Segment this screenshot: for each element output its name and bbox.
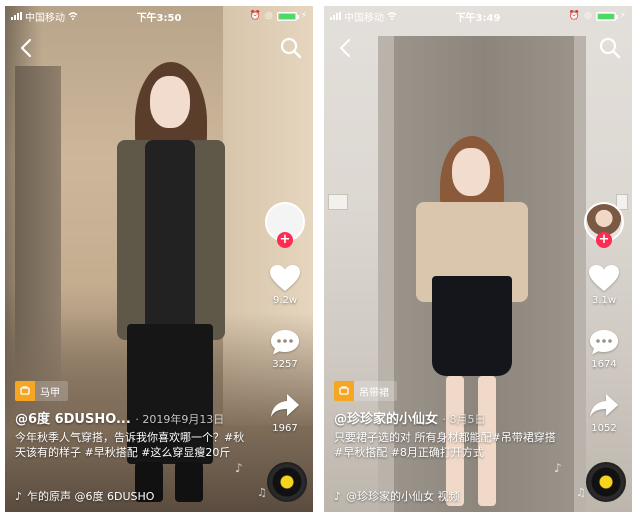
video-screen-right[interactable]: 中国移动 下午3:49 ⏰ ◎ ⚡ + 3.1w 1674 1052 吊带裙 @…: [324, 6, 632, 512]
floating-note-icon: ♫: [576, 486, 586, 499]
comment-count: 1674: [591, 359, 617, 370]
signal-icon: [11, 12, 22, 20]
share-icon: [271, 394, 299, 417]
author-name[interactable]: @珍珍家的小仙女: [334, 412, 438, 427]
location-icon: ◎: [264, 11, 273, 21]
like-button[interactable]: 3.1w: [588, 264, 620, 306]
search-icon[interactable]: [598, 36, 622, 60]
share-button[interactable]: 1052: [589, 392, 619, 434]
share-count: 1967: [272, 423, 298, 434]
charging-icon: ⚡: [619, 11, 626, 21]
comment-button[interactable]: 1674: [589, 328, 619, 370]
carrier-name: 中国移动: [25, 12, 65, 24]
battery-icon: [276, 11, 299, 21]
product-tag[interactable]: 吊带裙: [334, 381, 397, 401]
music-title: 乍的原声 @6度 6DUSHO: [27, 490, 155, 503]
video-screen-left[interactable]: 中国移动 下午3:50 ⏰ ◎ ⚡ + 9.2w 3257 1967 马甲 @6…: [5, 6, 313, 512]
action-column: + 3.1w 1674 1052: [582, 202, 626, 434]
post-date: · 2019年9月13日: [135, 413, 225, 426]
music-info[interactable]: ♪ @珍珍家的小仙女 视频: [334, 488, 460, 504]
avatar[interactable]: +: [265, 202, 305, 248]
music-note-icon: ♪: [15, 489, 23, 503]
author-name[interactable]: @6度 6DUSHO...: [15, 412, 131, 427]
floating-note-icon: ♫: [257, 486, 267, 499]
light-switch: [328, 194, 348, 210]
post-date: · 8月5日: [442, 413, 486, 426]
heart-icon: [270, 265, 300, 291]
follow-plus-icon[interactable]: +: [277, 232, 293, 248]
product-tag[interactable]: 马甲: [15, 381, 68, 401]
carrier-name: 中国移动: [344, 12, 384, 24]
comment-icon: [271, 330, 299, 355]
heart-icon: [589, 265, 619, 291]
status-bar: 中国移动 下午3:49 ⏰ ◎ ⚡: [324, 6, 632, 26]
status-time: 下午3:49: [455, 12, 501, 24]
music-disc-icon[interactable]: [586, 462, 626, 502]
status-bar: 中国移动 下午3:50 ⏰ ◎ ⚡: [5, 6, 313, 26]
product-tag-label: 马甲: [40, 387, 60, 399]
shopping-cart-icon: [15, 381, 35, 401]
alarm-icon: ⏰: [568, 11, 580, 21]
avatar[interactable]: +: [584, 202, 624, 248]
alarm-icon: ⏰: [249, 11, 261, 21]
charging-icon: ⚡: [300, 11, 307, 21]
share-button[interactable]: 1967: [270, 392, 300, 434]
product-tag-label: 吊带裙: [359, 387, 389, 399]
floating-note-icon: ♪: [235, 461, 243, 475]
like-count: 3.1w: [591, 295, 617, 306]
signal-icon: [330, 12, 341, 20]
share-count: 1052: [591, 423, 617, 434]
music-note-icon: ♪: [334, 489, 342, 503]
follow-plus-icon[interactable]: +: [596, 232, 612, 248]
location-icon: ◎: [583, 11, 592, 21]
like-button[interactable]: 9.2w: [269, 264, 301, 306]
comment-count: 3257: [272, 359, 298, 370]
floating-note-icon: ♪: [554, 461, 562, 475]
like-count: 9.2w: [272, 295, 298, 306]
shopping-cart-icon: [334, 381, 354, 401]
back-chevron-icon[interactable]: [334, 36, 358, 60]
status-time: 下午3:50: [136, 12, 182, 24]
wifi-icon: [68, 11, 78, 21]
battery-icon: [595, 11, 618, 21]
author-line: @珍珍家的小仙女 · 8月5日: [334, 408, 486, 427]
author-line: @6度 6DUSHO... · 2019年9月13日: [15, 408, 224, 427]
comment-icon: [590, 330, 618, 355]
music-info[interactable]: ♪ 乍的原声 @6度 6DUSHO: [15, 488, 154, 504]
video-caption[interactable]: 今年秋季人气穿搭，告诉我你喜欢哪一个？#秋天该有的样子 #早秋搭配 #这么穿显瘦…: [15, 430, 247, 460]
music-title: @珍珍家的小仙女 视频: [346, 490, 460, 503]
share-icon: [590, 394, 618, 417]
music-disc-icon[interactable]: [267, 462, 307, 502]
search-icon[interactable]: [279, 36, 303, 60]
video-caption[interactable]: 只要裙子选的对 所有身材都能配#吊带裙穿搭 #早秋搭配 #8月正确打开方式: [334, 430, 566, 460]
back-chevron-icon[interactable]: [15, 36, 39, 60]
comment-button[interactable]: 3257: [270, 328, 300, 370]
action-column: + 9.2w 3257 1967: [263, 202, 307, 434]
wifi-icon: [387, 11, 397, 21]
